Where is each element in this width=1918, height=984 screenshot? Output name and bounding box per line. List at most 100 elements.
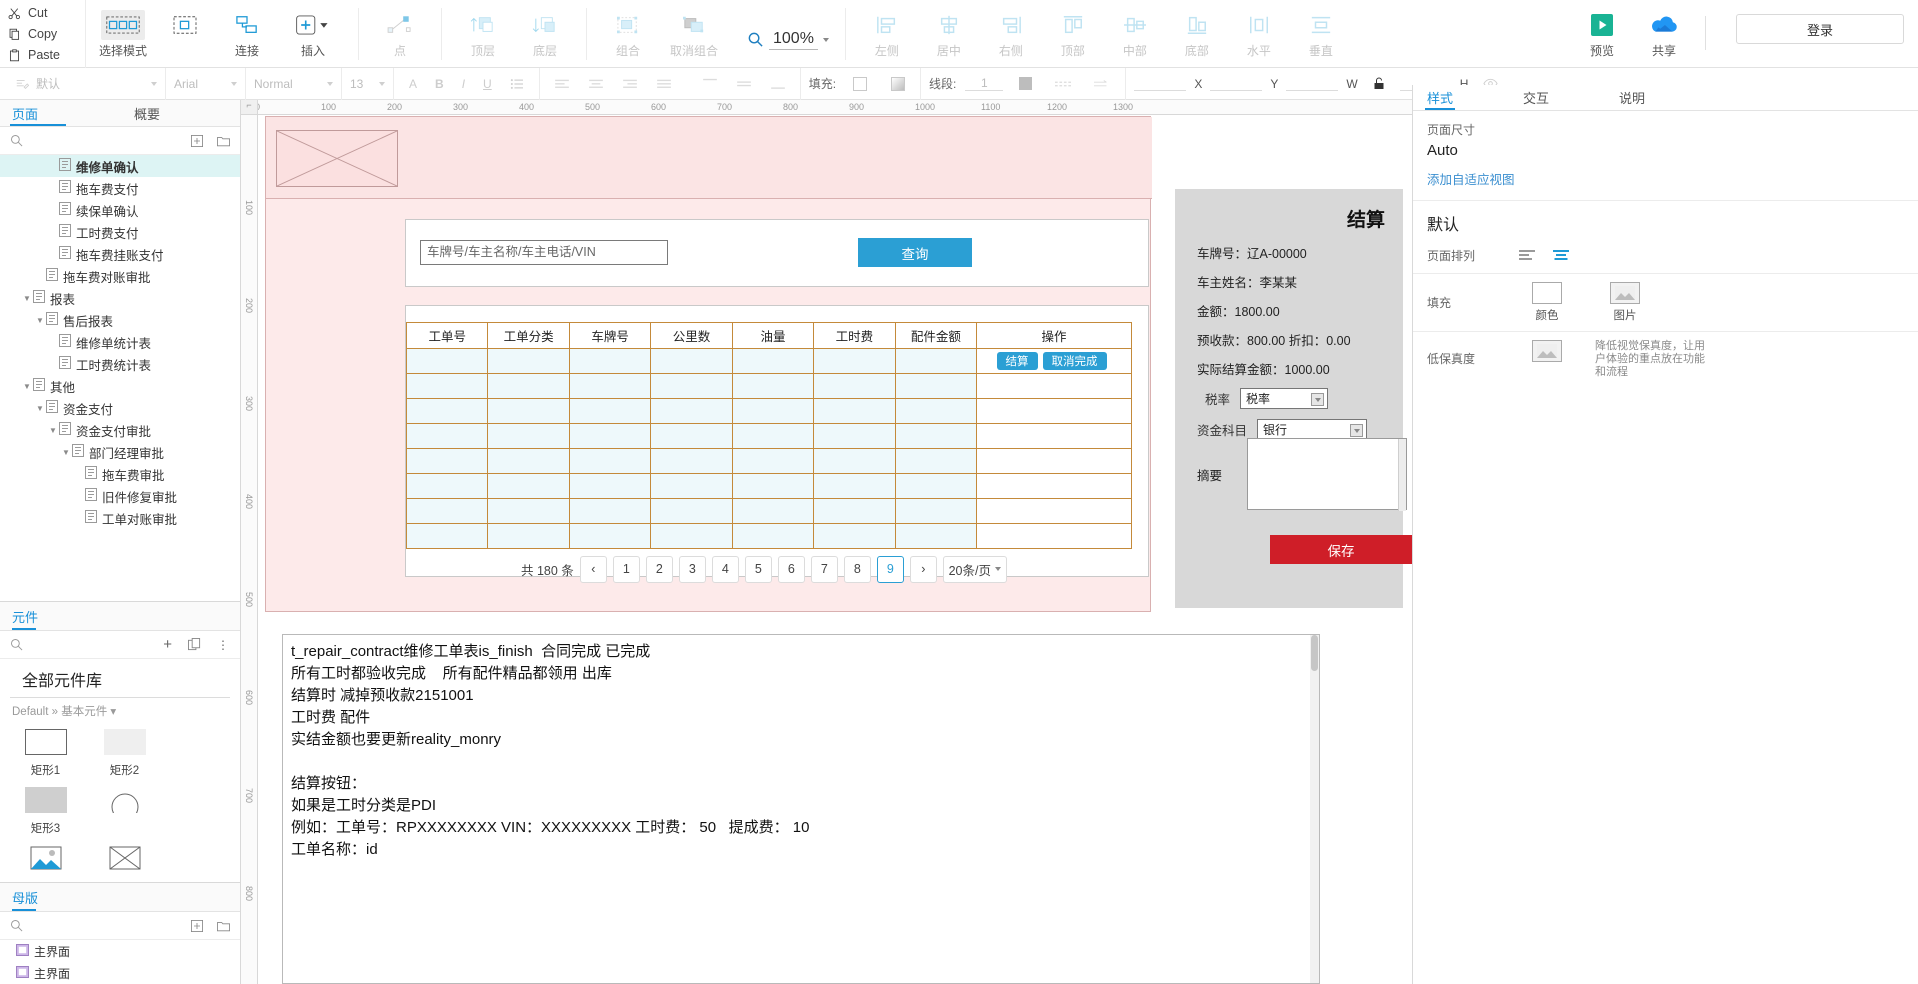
x-input[interactable]: [1134, 76, 1187, 91]
underline-icon[interactable]: U: [476, 77, 499, 91]
line-style-icon[interactable]: [1048, 79, 1078, 89]
library-menu-icon[interactable]: ⋮: [217, 638, 230, 652]
tab-notes[interactable]: 说明: [1605, 85, 1659, 110]
library-breadcrumb[interactable]: Default » 基本元件 ▾: [0, 698, 240, 724]
fill-color-option[interactable]: 颜色: [1517, 282, 1577, 323]
toolbar-bring-front[interactable]: 顶层: [452, 4, 514, 59]
toolbar-distribute-h[interactable]: 水平: [1228, 4, 1290, 59]
add-library-icon[interactable]: +: [163, 636, 172, 653]
add-master-folder-icon[interactable]: [217, 920, 230, 932]
toolbar-group[interactable]: 组合: [597, 4, 659, 59]
duplicate-library-icon[interactable]: [188, 638, 201, 651]
table-row[interactable]: [405, 498, 1132, 524]
sidebar-item-资金支付[interactable]: ▼ 资金支付: [0, 397, 240, 419]
paste-button[interactable]: Paste: [8, 45, 85, 66]
fill-gradient-swatch[interactable]: [884, 76, 912, 91]
ruler-corner[interactable]: ⌐: [241, 100, 258, 115]
chevron-down-icon[interactable]: ▼: [21, 382, 33, 391]
fill-image-option[interactable]: 图片: [1595, 282, 1655, 323]
save-button[interactable]: 保存: [1270, 535, 1412, 564]
toolbar-distribute-v[interactable]: 垂直: [1290, 4, 1352, 59]
text-align-justify-icon[interactable]: [650, 78, 678, 90]
toolbar-insert[interactable]: 插入: [278, 4, 348, 59]
toolbar-connect[interactable]: .: [154, 4, 216, 56]
sidebar-item-续保单确认[interactable]: 续保单确认: [0, 199, 240, 221]
pagination-next[interactable]: ›: [909, 555, 937, 583]
table-row[interactable]: [405, 473, 1132, 499]
toolbar-align-right[interactable]: 右侧: [980, 4, 1042, 59]
pagination-page[interactable]: 1: [612, 555, 640, 583]
notes-scrollbar[interactable]: [1310, 635, 1319, 983]
memo-textarea[interactable]: [1247, 438, 1407, 511]
sidebar-item-拖车费审批[interactable]: 拖车费审批: [0, 463, 240, 485]
copy-button[interactable]: Copy: [8, 24, 85, 45]
tab-pages[interactable]: 页面: [0, 100, 76, 126]
list-item[interactable]: [85, 784, 164, 836]
chevron-down-icon[interactable]: ▼: [21, 294, 33, 303]
chevron-down-icon[interactable]: ▼: [34, 404, 46, 413]
list-item[interactable]: 主界面: [0, 962, 240, 984]
table-row[interactable]: [405, 398, 1132, 424]
arrow-style-icon[interactable]: [1087, 79, 1117, 89]
table-row[interactable]: 结算 取消完成: [405, 348, 1132, 374]
adaptive-view-link[interactable]: 添加自适应视图: [1413, 167, 1918, 198]
lowfi-toggle[interactable]: [1517, 340, 1577, 362]
y-input[interactable]: [1210, 76, 1263, 91]
page-size-value[interactable]: Auto: [1413, 142, 1918, 167]
valign-top-icon[interactable]: [696, 78, 724, 90]
toolbar-align-top[interactable]: 顶部: [1042, 4, 1104, 59]
style-selector[interactable]: 默认: [0, 67, 166, 100]
sidebar-item-旧件修复审批[interactable]: 旧件修复审批: [0, 485, 240, 507]
list-item[interactable]: 矩形1: [6, 726, 85, 778]
toolbar-align-center[interactable]: 居中: [918, 4, 980, 59]
add-master-icon[interactable]: [191, 919, 203, 932]
pagination-page[interactable]: 9: [876, 555, 904, 583]
sidebar-item-维修单确认[interactable]: 维修单确认: [0, 155, 240, 177]
toolbar-align-bottom[interactable]: 底部: [1166, 4, 1228, 59]
zoom-control[interactable]: 100%: [747, 0, 829, 67]
row-action-button[interactable]: 结算: [996, 352, 1038, 370]
sidebar-item-维修单统计表[interactable]: 维修单统计表: [0, 331, 240, 353]
sidebar-item-工时费支付[interactable]: 工时费支付: [0, 221, 240, 243]
lock-icon[interactable]: [1366, 77, 1392, 90]
toolbar-share[interactable]: 共享: [1633, 4, 1695, 59]
pagination-page[interactable]: 2: [645, 555, 673, 583]
text-align-left-icon[interactable]: [548, 78, 576, 90]
search-icon[interactable]: [10, 638, 23, 651]
pagination-page[interactable]: 8: [843, 555, 871, 583]
search-icon[interactable]: [10, 134, 23, 147]
list-item[interactable]: 矩形2: [85, 726, 164, 778]
sidebar-item-工单对账审批[interactable]: 工单对账审批: [0, 507, 240, 529]
bullet-list-icon[interactable]: [503, 78, 531, 90]
sidebar-item-拖车费挂账支付[interactable]: 拖车费挂账支付: [0, 243, 240, 265]
sidebar-item-拖车费支付[interactable]: 拖车费支付: [0, 177, 240, 199]
toolbar-preview[interactable]: 预览: [1571, 4, 1633, 59]
bold-icon[interactable]: B: [428, 77, 451, 91]
tab-outline[interactable]: 概要: [122, 100, 172, 126]
pagination-prev[interactable]: ‹: [579, 555, 607, 583]
search-input[interactable]: 车牌号/车主名称/车主电话/VIN: [420, 240, 668, 265]
toolbar-point[interactable]: 点: [369, 4, 431, 59]
login-button[interactable]: 登录: [1736, 14, 1904, 44]
toolbar-ungroup[interactable]: 取消组合: [659, 4, 729, 59]
sidebar-item-售后报表[interactable]: ▼ 售后报表: [0, 309, 240, 331]
pagination-page[interactable]: 7: [810, 555, 838, 583]
memo-scrollbar[interactable]: [1398, 439, 1406, 511]
valign-bottom-icon[interactable]: [764, 78, 792, 90]
font-weight-selector[interactable]: Normal: [246, 67, 342, 100]
page-size-select[interactable]: 20条/页: [942, 555, 1007, 583]
add-folder-icon[interactable]: [217, 135, 230, 147]
list-item[interactable]: 主界面: [0, 940, 240, 962]
toolbar-select-mode[interactable]: 选择模式: [92, 4, 154, 59]
add-page-icon[interactable]: [191, 134, 203, 147]
sidebar-item-其他[interactable]: ▼ 其他: [0, 375, 240, 397]
list-item[interactable]: [85, 842, 164, 874]
text-align-center-icon[interactable]: [582, 78, 610, 90]
page-align-center-icon[interactable]: [1551, 245, 1571, 265]
text-align-right-icon[interactable]: [616, 78, 644, 90]
sidebar-item-工时费统计表[interactable]: 工时费统计表: [0, 353, 240, 375]
sidebar-item-拖车费对账审批[interactable]: 拖车费对账审批: [0, 265, 240, 287]
tab-style[interactable]: 样式: [1413, 85, 1467, 110]
design-canvas[interactable]: 车牌号/车主名称/车主电话/VIN 查询 工单号 工单分类 车牌号 公里数 油量 工时费配…: [259, 116, 1412, 984]
list-item[interactable]: [6, 842, 85, 874]
